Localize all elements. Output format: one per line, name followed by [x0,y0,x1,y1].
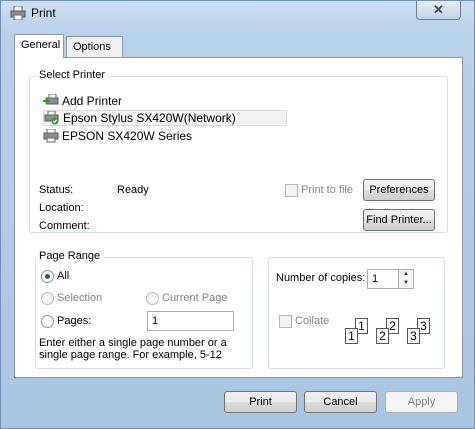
print-dialog: Print ✕ General Options Select Printer A… [0,0,475,429]
printer-icon [43,129,59,143]
pages-label: Pages: [57,315,92,327]
copies-input[interactable]: 1 [367,269,399,289]
location-label: Location: [39,202,84,214]
tab-general[interactable]: General [14,34,64,58]
print-to-file-checkbox[interactable] [285,184,298,197]
status-label: Status: [39,184,74,196]
cancel-button[interactable]: Cancel [304,391,377,413]
copies-label: Number of copies: [276,272,366,284]
preferences-button[interactable]: Preferences [363,179,435,201]
close-icon: ✕ [433,2,444,17]
general-panel: Select Printer Add Printer Epson Stylus … [14,57,463,378]
page-range-hint: Enter either a single page number or a s… [39,337,227,361]
title-bar: Print ✕ [1,1,474,27]
printer-item-add-printer[interactable]: Add Printer [43,93,122,109]
printer-label: Epson Stylus SX420W(Network) [63,111,236,125]
collate-pages-icon: 1 1 2 2 3 3 [343,318,439,352]
current-page-radio[interactable] [146,292,159,305]
all-label: All [57,270,70,282]
tab-options[interactable]: Options [66,36,123,58]
comment-label: Comment: [39,220,90,232]
page-range-title: Page Range [36,250,104,262]
printer-item-epson-series[interactable]: EPSON SX420W Series [43,128,192,144]
status-value: Ready [117,184,149,196]
collate-label: Collate [295,315,330,327]
spin-up-icon[interactable]: ▲ [399,270,413,279]
network-printer-icon [44,111,59,125]
copies-stepper[interactable]: ▲ ▼ [399,269,414,289]
pages-input[interactable]: 1 [147,311,234,331]
select-printer-group: Select Printer Add Printer Epson Stylus … [29,69,448,233]
printer-item-epson-network[interactable]: Epson Stylus SX420W(Network) [43,110,287,126]
find-printer-button[interactable]: Find Printer... [363,209,435,231]
spin-down-icon[interactable]: ▼ [399,279,413,288]
select-printer-title: Select Printer [36,69,109,81]
pages-radio[interactable] [41,315,54,328]
add-printer-icon [43,94,59,105]
copies-group: Number of copies: 1 ▲ ▼ Collate 1 1 2 2 … [268,257,445,369]
window-title: Print [31,6,56,20]
selection-radio[interactable] [41,292,54,305]
selection-label: Selection [57,292,103,304]
apply-button[interactable]: Apply [385,391,458,413]
printer-label: EPSON SX420W Series [62,129,193,143]
close-button[interactable]: ✕ [416,1,461,20]
printer-label: Add Printer [62,94,123,108]
print-to-file-label: Print to file [301,184,353,196]
printer-icon [10,6,26,20]
all-radio[interactable] [41,270,54,283]
page-range-group: Page Range All Selection Current Page Pa… [35,250,253,369]
collate-checkbox[interactable] [279,315,292,328]
print-button[interactable]: Print [224,391,297,413]
current-page-label: Current Page [162,292,228,304]
